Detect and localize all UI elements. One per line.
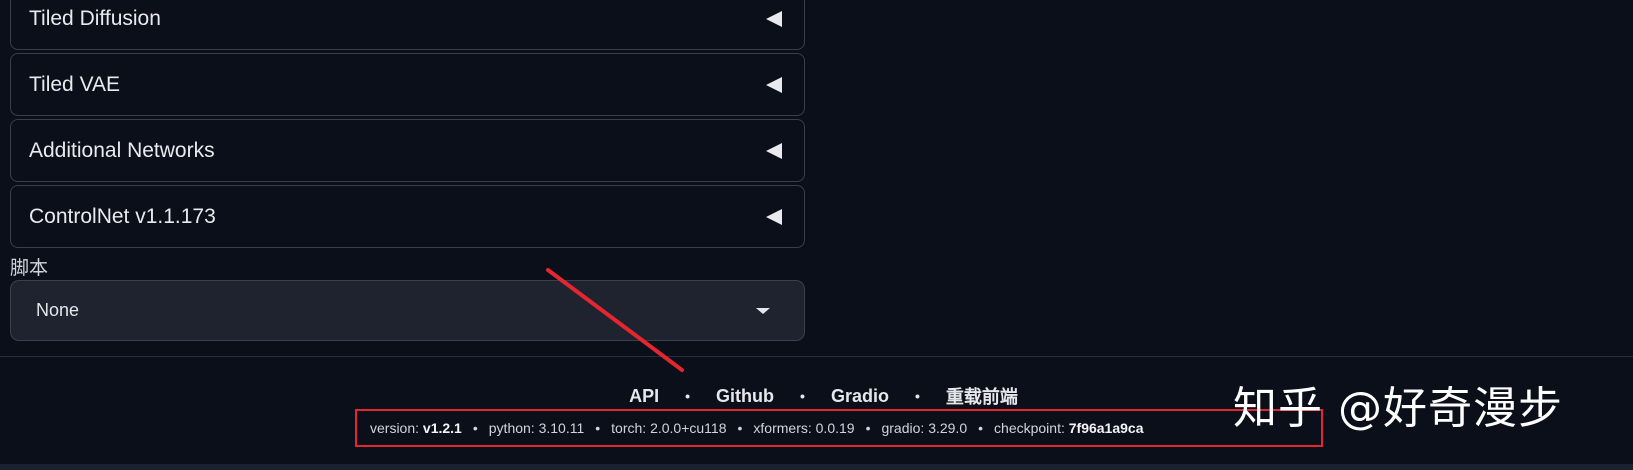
bottom-edge bbox=[0, 464, 1633, 470]
webui-page: Tiled Diffusion Tiled VAE Additional Net… bbox=[0, 0, 1633, 470]
zhihu-watermark: 知乎 @好奇漫步 bbox=[1233, 383, 1563, 434]
